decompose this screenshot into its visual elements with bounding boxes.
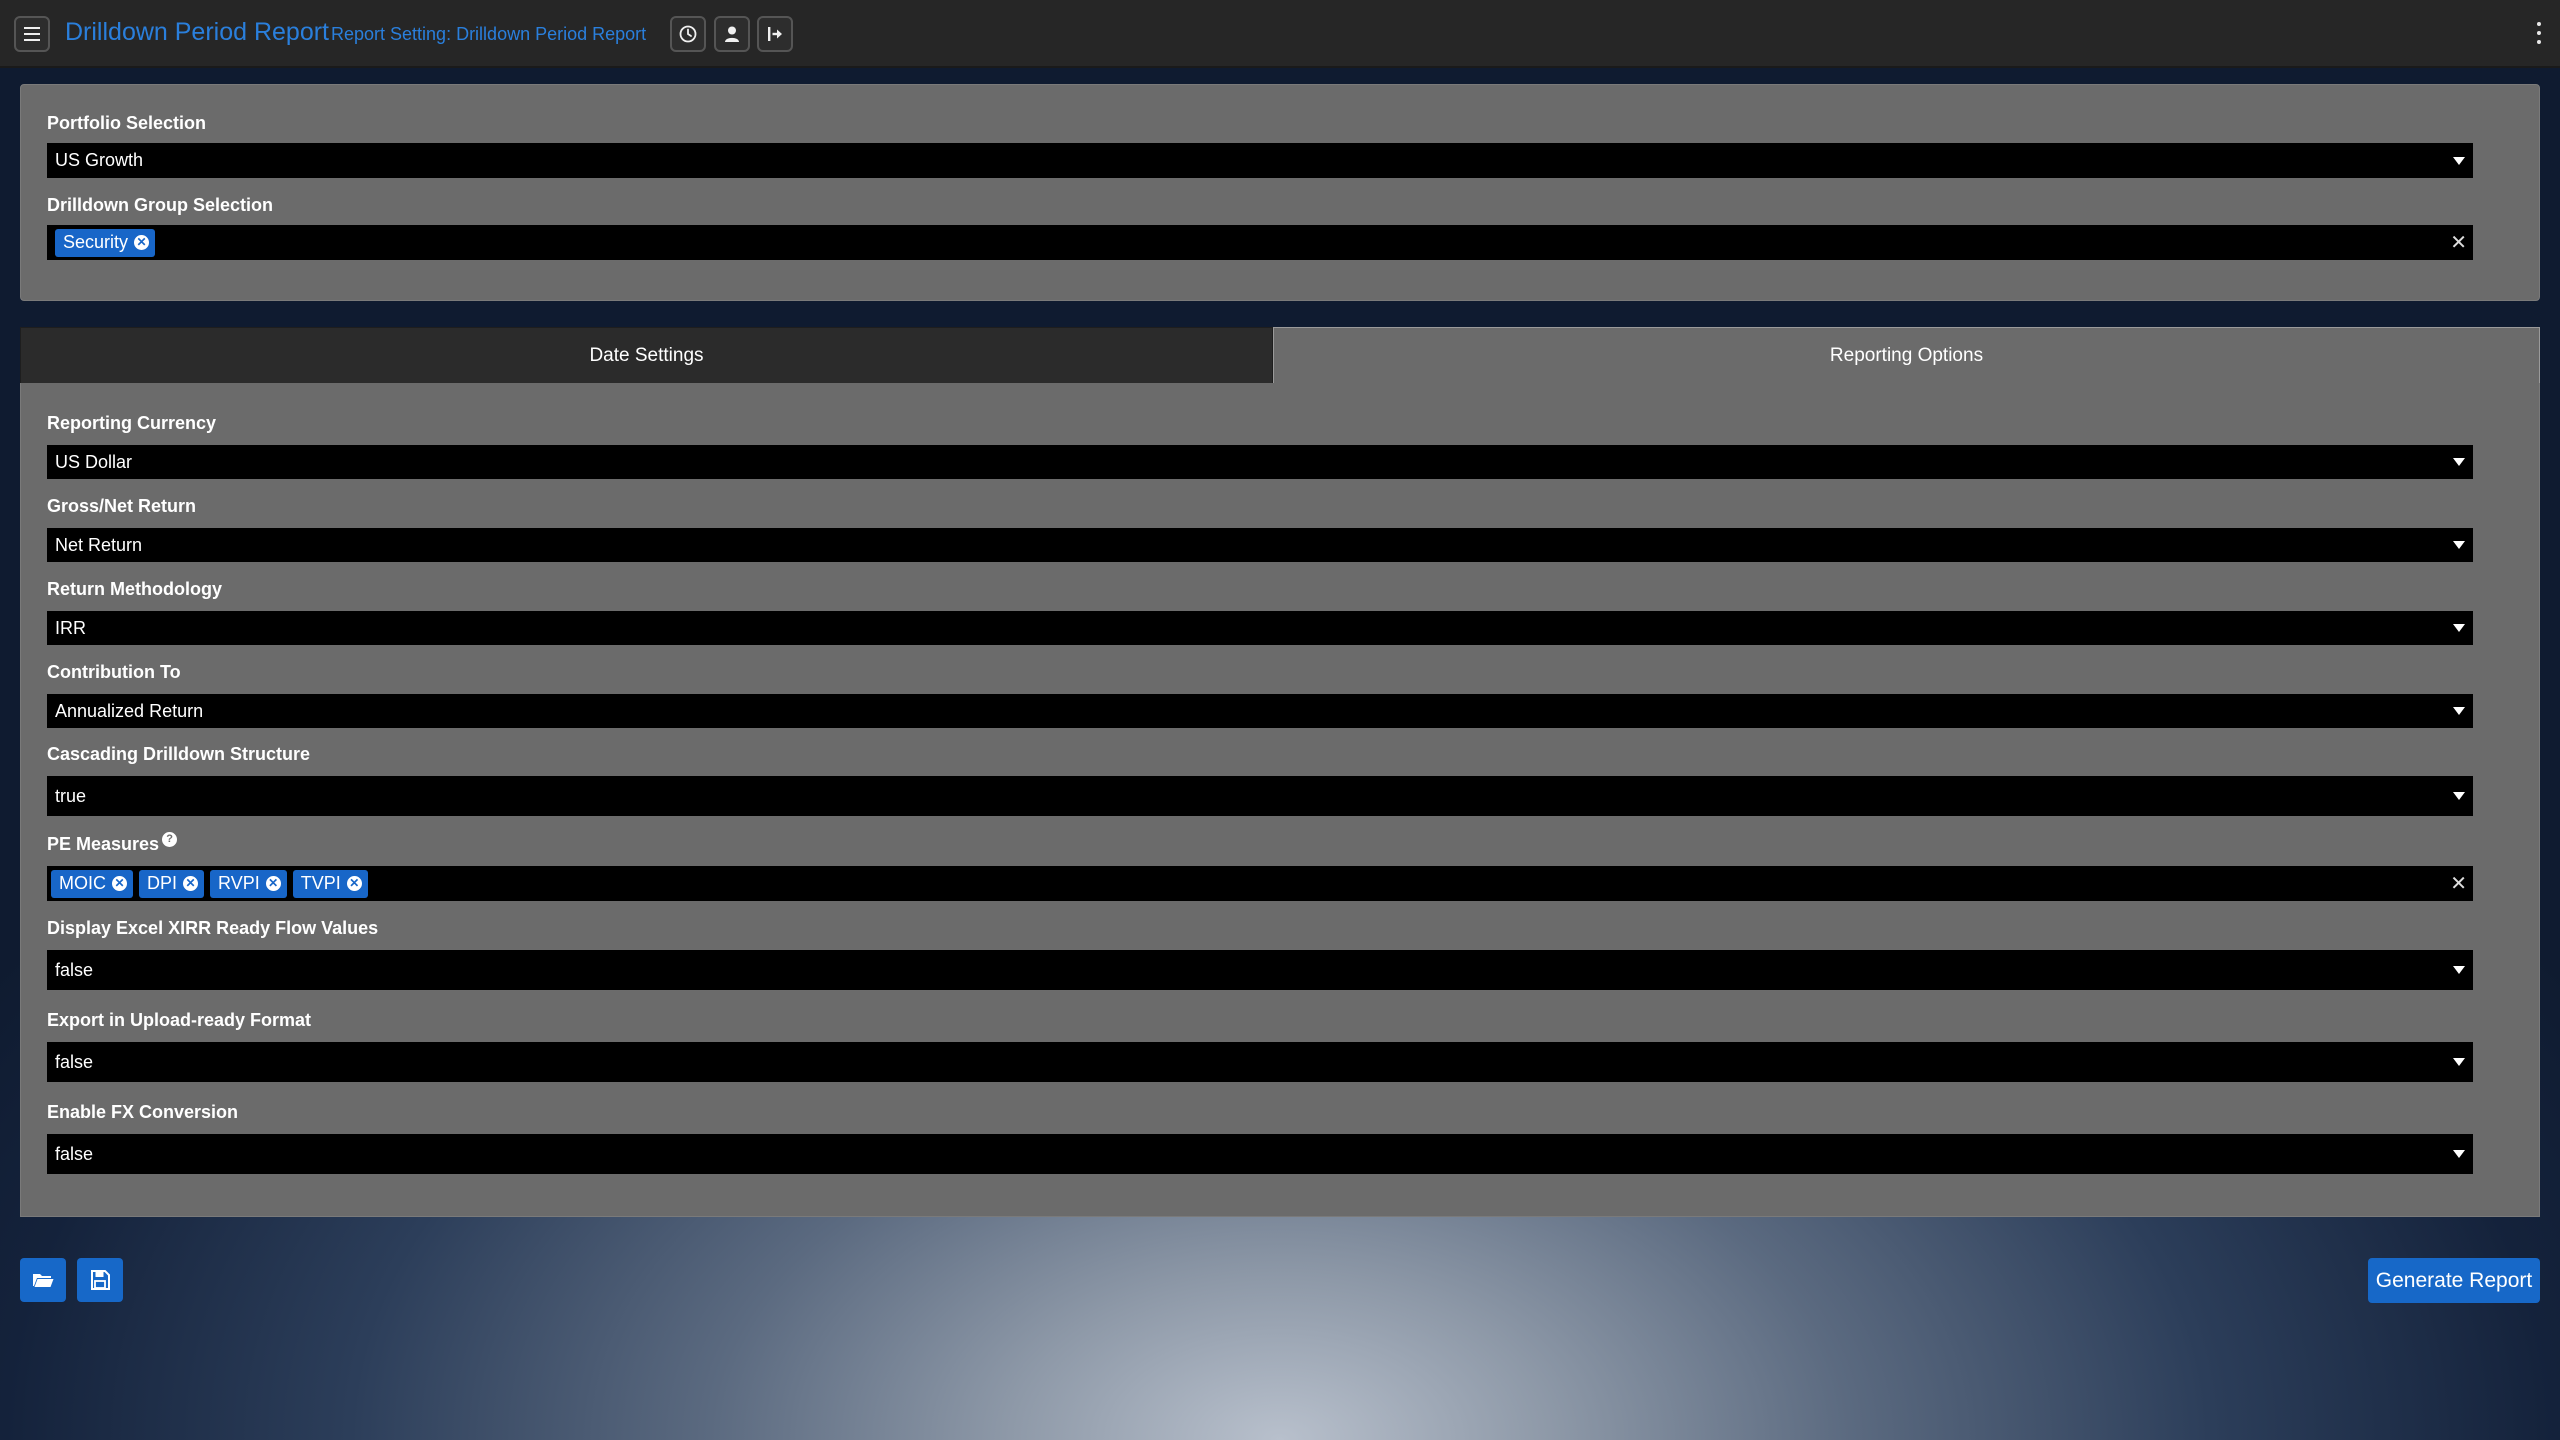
reporting-options-panel: Reporting Currency US Dollar Gross/Net R… bbox=[20, 383, 2540, 1217]
remove-chip-icon[interactable]: ✕ bbox=[265, 876, 281, 891]
chip-label: Security bbox=[63, 232, 129, 252]
cascading-structure-value: true bbox=[55, 785, 87, 806]
more-vertical-icon[interactable] bbox=[2536, 22, 2542, 44]
return-methodology-label: Return Methodology bbox=[47, 579, 222, 599]
clock-icon[interactable] bbox=[670, 16, 706, 52]
chevron-down-icon bbox=[2453, 624, 2465, 632]
folder-open-icon bbox=[33, 1274, 54, 1287]
chevron-down-icon bbox=[2453, 707, 2465, 715]
chip-label: TVPI bbox=[300, 873, 341, 893]
save-icon bbox=[91, 1270, 110, 1290]
menu-icon[interactable] bbox=[14, 16, 50, 52]
portfolio-select[interactable]: US Growth bbox=[47, 143, 2473, 178]
excel-xirr-label: Display Excel XIRR Ready Flow Values bbox=[47, 918, 379, 938]
chevron-down-icon bbox=[2453, 156, 2465, 165]
upload-ready-label: Export in Upload-ready Format bbox=[47, 1010, 312, 1030]
chip-security: Security ✕ bbox=[55, 228, 156, 257]
clear-icon[interactable]: ✕ bbox=[2450, 873, 2467, 895]
upload-ready-value: false bbox=[55, 1051, 94, 1072]
top-bar: Drilldown Period Report Report Setting: … bbox=[0, 0, 2560, 68]
remove-chip-icon[interactable]: ✕ bbox=[183, 876, 199, 891]
save-button[interactable] bbox=[77, 1258, 123, 1302]
chip-label: MOIC bbox=[59, 873, 106, 893]
logout-icon[interactable] bbox=[757, 16, 793, 52]
contribution-to-label: Contribution To bbox=[47, 662, 181, 682]
reporting-currency-label: Reporting Currency bbox=[47, 413, 217, 433]
report-setting-label: Report Setting: Drilldown Period Report bbox=[331, 24, 647, 44]
excel-xirr-value: false bbox=[55, 959, 94, 980]
fx-conversion-label: Enable FX Conversion bbox=[47, 1102, 239, 1122]
chevron-down-icon bbox=[2453, 458, 2465, 466]
generate-report-button[interactable]: Generate Report bbox=[2368, 1258, 2540, 1303]
user-icon[interactable] bbox=[714, 16, 750, 52]
fx-conversion-value: false bbox=[55, 1143, 94, 1164]
pe-measures-multiselect[interactable]: MOIC ✕ DPI ✕ RVPI ✕ TVPI ✕ ✕ bbox=[47, 866, 2473, 901]
gross-net-return-select[interactable]: Net Return bbox=[47, 528, 2473, 562]
portfolio-selection-label: Portfolio Selection bbox=[47, 113, 207, 133]
return-methodology-value: IRR bbox=[55, 617, 86, 638]
page-title: Drilldown Period Report bbox=[65, 18, 330, 46]
contribution-to-select[interactable]: Annualized Return bbox=[47, 694, 2473, 728]
chip-rvpi: RVPI ✕ bbox=[210, 869, 287, 898]
pe-measures-label: PE Measures? bbox=[47, 832, 178, 855]
excel-xirr-select[interactable]: false bbox=[47, 950, 2473, 990]
help-icon[interactable]: ? bbox=[162, 832, 178, 847]
cascading-structure-select[interactable]: true bbox=[47, 776, 2473, 816]
fx-conversion-select[interactable]: false bbox=[47, 1134, 2473, 1174]
tab-reporting-options[interactable]: Reporting Options bbox=[1273, 327, 2540, 384]
portfolio-value: US Growth bbox=[55, 150, 144, 170]
reporting-currency-value: US Dollar bbox=[55, 451, 133, 472]
clear-icon[interactable]: ✕ bbox=[2450, 232, 2467, 254]
remove-chip-icon[interactable]: ✕ bbox=[112, 876, 127, 891]
tab-date-settings[interactable]: Date Settings bbox=[20, 327, 1273, 384]
contribution-to-value: Annualized Return bbox=[55, 700, 204, 721]
pe-measures-label-text: PE Measures bbox=[47, 834, 160, 854]
cascading-structure-label: Cascading Drilldown Structure bbox=[47, 744, 311, 764]
chevron-down-icon bbox=[2453, 792, 2465, 800]
reporting-currency-select[interactable]: US Dollar bbox=[47, 445, 2473, 479]
remove-chip-icon[interactable]: ✕ bbox=[134, 235, 150, 250]
chip-moic: MOIC ✕ bbox=[51, 869, 133, 898]
return-methodology-select[interactable]: IRR bbox=[47, 611, 2473, 645]
chip-label: RVPI bbox=[218, 873, 260, 893]
chevron-down-icon bbox=[2453, 541, 2465, 549]
upload-ready-select[interactable]: false bbox=[47, 1042, 2473, 1082]
chevron-down-icon bbox=[2453, 1058, 2465, 1066]
drilldown-group-label: Drilldown Group Selection bbox=[47, 195, 274, 215]
selection-panel: Portfolio Selection US Growth Drilldown … bbox=[20, 84, 2540, 301]
chevron-down-icon bbox=[2453, 966, 2465, 974]
chevron-down-icon bbox=[2453, 1150, 2465, 1158]
remove-chip-icon[interactable]: ✕ bbox=[346, 876, 362, 891]
chip-dpi: DPI ✕ bbox=[139, 869, 205, 898]
chip-label: DPI bbox=[147, 873, 178, 893]
gross-net-return-value: Net Return bbox=[55, 534, 143, 555]
chip-tvpi: TVPI ✕ bbox=[292, 869, 368, 898]
open-button[interactable] bbox=[20, 1258, 66, 1302]
gross-net-return-label: Gross/Net Return bbox=[47, 496, 197, 516]
drilldown-group-multiselect[interactable]: Security ✕ ✕ bbox=[47, 225, 2473, 260]
